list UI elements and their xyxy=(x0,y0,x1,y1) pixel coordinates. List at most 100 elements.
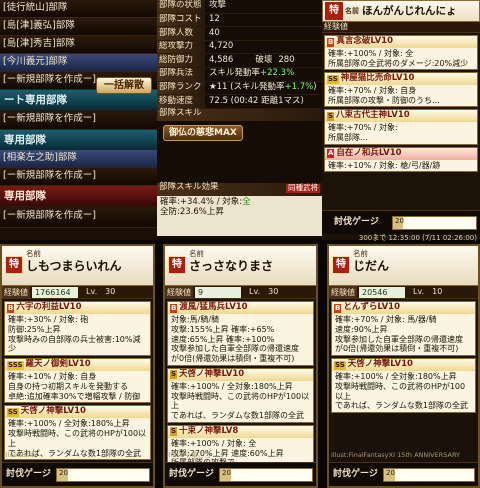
skill-title: とんずらLV10 xyxy=(343,302,400,313)
unit-skill-button[interactable]: 御仏の慈悲MAX xyxy=(163,124,243,142)
top-right-card[interactable]: 特 名前 ほんがんじれんにょ 経験値 B 真言念破LV10 確率:+100% / 対… xyxy=(322,0,480,240)
skill-block[interactable]: B とんずらLV10 確率:+70% / 対象: 馬/器/騎 速度:90%上昇 攻撃… xyxy=(331,301,476,356)
tobatsu-value: 20 xyxy=(395,216,404,225)
skill-title-bar: SS 天啓ノ神撃LV10 xyxy=(5,406,150,419)
skill-title-bar: B とんずらLV10 xyxy=(332,302,475,314)
general-card[interactable]: 特名前 さっさなりまさ 経験値 9 Lv. 30 B 渡風/猛馬兵LV10 対象:馬/騎/騎 攻… xyxy=(163,244,318,488)
skill-title-bar: S 八束古代主神LV10 xyxy=(325,110,477,123)
skill-rank-badge: A xyxy=(327,149,335,159)
tobatsu-gauge: 討伐ゲージ 20 xyxy=(322,210,480,234)
status-row: 部隊兵法 スキル発動率 +22.3% xyxy=(157,67,322,82)
skill-title: 六字の利益LV10 xyxy=(16,302,82,313)
new-unit-link[interactable]: [ー新規部隊を作成ー] xyxy=(0,110,157,130)
skill-title: 十束ノ神撃LV8 xyxy=(179,425,239,436)
skill-block[interactable]: B 渡風/猛馬兵LV10 対象:馬/騎/騎 攻撃:155%上昇 確率:+65% 速度… xyxy=(167,301,314,366)
disband-all-button[interactable]: 一括解散 xyxy=(96,77,152,94)
skill-block[interactable]: S 天啓ノ神撃LV10 確率:+100% / 全対象:180%上昇 攻撃時戦闘時、こ… xyxy=(167,367,314,423)
card-name-bar: 特名前 さっさなりまさ xyxy=(165,246,316,286)
tobatsu-label: 討伐ゲージ xyxy=(333,469,378,480)
card-name-bar: 特名前 しもつまらいれん xyxy=(2,246,153,286)
section-heading-dedicated: 専用部隊 xyxy=(0,130,157,150)
tobatsu-label: 討伐ゲージ xyxy=(334,217,379,228)
status-value: 4,720 xyxy=(209,41,234,52)
level-value: 10 xyxy=(432,287,443,297)
skill-title-bar: S 天啓ノ神撃LV10 xyxy=(168,368,313,381)
unit-list-item[interactable]: [今川義元]部隊 xyxy=(0,54,157,72)
skill-title: 渡風/猛馬兵LV10 xyxy=(179,302,248,313)
card-name: ほんがんじれんにょ xyxy=(362,4,457,17)
new-unit-link[interactable]: [ー新規部隊を作成ー] xyxy=(0,206,157,228)
unit-list-item[interactable]: [徒行統山]部隊 xyxy=(0,0,157,18)
skill-rank-badge: SSS xyxy=(7,360,24,370)
name-label: 名前 xyxy=(189,249,204,258)
tobatsu-value: 20 xyxy=(386,468,395,477)
level-value: 30 xyxy=(105,287,116,297)
skill-rank-badge: SS xyxy=(327,74,339,84)
status-label: 総攻撃力 xyxy=(157,40,205,54)
special-kanji-icon: 特 xyxy=(332,256,350,274)
name-label: 名前 xyxy=(353,249,368,258)
status-row: 総防御力 4,586 破壊 280 xyxy=(157,54,322,68)
status-label: 部隊人数 xyxy=(157,27,205,40)
skill-block[interactable]: B 六字の利益LV10 確率:+30% / 対象: 砲 防御:25%上昇 攻撃時みの… xyxy=(4,301,151,356)
tobatsu-value: 20 xyxy=(59,468,68,477)
skill-title: 神屋猫比売命LV10 xyxy=(340,73,415,84)
skill-description: 確率:+70% / 対象: 馬/器/騎 速度:90%上昇 攻撃参加した自軍全部隊… xyxy=(335,315,463,354)
status-value: ★11 (スキル発動率 +1.7%) xyxy=(205,82,322,95)
skill-block[interactable]: B 真言念破LV10 確率:+100% / 対象: 全 所属部隊の全武将のダメージ:… xyxy=(324,35,478,71)
skill-block[interactable]: S 八束古代主神LV10 確率:+70% / 対象: 所属部隊... xyxy=(324,109,478,145)
card-name: さっさなりまさ xyxy=(189,259,274,273)
skill-block[interactable]: SS 天啓ノ神撃LV10 確率:+100% / 全対象:180%上昇 攻撃時戦闘時、… xyxy=(331,358,476,413)
skill-title: 天啓ノ神撃LV10 xyxy=(20,406,86,417)
tobatsu-gauge: 討伐ゲージ 20 xyxy=(329,462,478,486)
tobatsu-gauge: 討伐ゲージ 20 xyxy=(165,462,316,486)
status-row: 部隊の状態 攻撃 xyxy=(157,0,322,14)
level-value: 30 xyxy=(268,287,279,297)
unit-list-panel: [徒行統山]部隊 [島[津]義弘]部隊 [島[津]秀吉]部隊 [今川義元]部隊 … xyxy=(0,0,157,240)
skill-description: 確率:+70% / 対象: 自身 所属部隊の攻撃・防御のうち... xyxy=(328,86,440,105)
skill-rank-badge: SS xyxy=(334,360,346,370)
skill-title: 天啓ノ神撃LV10 xyxy=(347,359,413,370)
skill-block[interactable]: SS 神屋猫比売命LV10 確率:+70% / 対象: 自身 所属部隊の攻撃・防御の… xyxy=(324,72,478,108)
skill-description: 確率:+10% / 対象: 槍/弓/器/跡 xyxy=(328,160,441,170)
exp-value: 20546 xyxy=(359,286,405,298)
status-label: 部隊兵法 xyxy=(157,67,205,81)
skill-title-bar: SS 天啓ノ神撃LV10 xyxy=(332,359,475,371)
skill-description: 対象:馬/騎/騎 攻撃:155%上昇 確率:+65% 速度:65%上昇 確率:+… xyxy=(171,315,299,363)
skill-block[interactable]: SSS 羅天ノ御剣LV10 確率:+10% / 対象: 自身 自身の持つ初期スキルを… xyxy=(4,358,151,404)
tobatsu-bar: 20 xyxy=(392,215,477,230)
status-label: 部隊コスト xyxy=(157,13,205,27)
section-heading-dedicated-2: 専用部隊 xyxy=(0,186,157,206)
general-card[interactable]: 特名前 じだん 経験値 20546 Lv. 10 B とんずらLV10 確率:+70% / 対象… xyxy=(327,244,480,488)
name-label: 名前 xyxy=(26,249,41,258)
exp-label: 経験値 xyxy=(165,285,193,299)
skill-title: 八束古代主神LV10 xyxy=(336,110,410,121)
card-name: しもつまらいれん xyxy=(26,259,122,273)
skill-rank-badge: B xyxy=(327,37,335,47)
unit-list-item[interactable]: [島[津]義弘]部隊 xyxy=(0,18,157,36)
unit-list-item[interactable]: [島[津]秀吉]部隊 xyxy=(0,36,157,54)
skill-title: 自在ノ和兵LV10 xyxy=(336,147,402,158)
unit-status-panel: 部隊の状態 攻撃 部隊コスト 12 部隊人数 40 総攻撃力 4,720 総防御力 4,5… xyxy=(157,0,322,238)
unit-list-item[interactable]: [相楽左之助]部隊 xyxy=(0,150,157,168)
special-kanji-icon: 特 xyxy=(5,256,23,274)
level-label: Lv. xyxy=(249,287,261,297)
skill-rank-badge: B xyxy=(7,303,15,313)
effect-line-2: 全防:23.6%上昇 xyxy=(160,206,224,217)
skill-description: 確率:+100% / 全対象:180%上昇 攻撃時戦闘時、この武将のHPが100… xyxy=(335,372,469,411)
illustrator-credit: illust:Bsa2 xyxy=(4,450,38,459)
status-label: 部隊ランク xyxy=(157,81,205,95)
special-kanji-icon: 特 xyxy=(325,2,343,20)
status-value: 12 xyxy=(209,14,220,24)
new-unit-link[interactable]: [ー新規部隊を作成ー] xyxy=(0,168,157,186)
tobatsu-bar: 20 xyxy=(219,467,313,482)
skill-title: 羅天ノ御剣LV10 xyxy=(25,359,91,370)
tobatsu-bar: 20 xyxy=(383,467,475,482)
illustrator-credit: illust:小竜こゴ xyxy=(167,450,211,459)
skill-block[interactable]: A 自在ノ和兵LV10 確率:+10% / 対象: 槍/弓/器/跡 xyxy=(324,146,478,173)
skill-description: 確率:+70% / 対象: 所属部隊... xyxy=(328,123,398,142)
skill-effect-header: 部隊スキル効果 同種武将 xyxy=(157,182,322,196)
same-type-tag: 同種武将 xyxy=(286,183,320,193)
exp-row: 経験値 xyxy=(322,22,480,33)
general-card[interactable]: 特名前 しもつまらいれん 経験値 1766164 Lv. 30 B 六字の利益LV10 確率:+… xyxy=(0,244,155,488)
